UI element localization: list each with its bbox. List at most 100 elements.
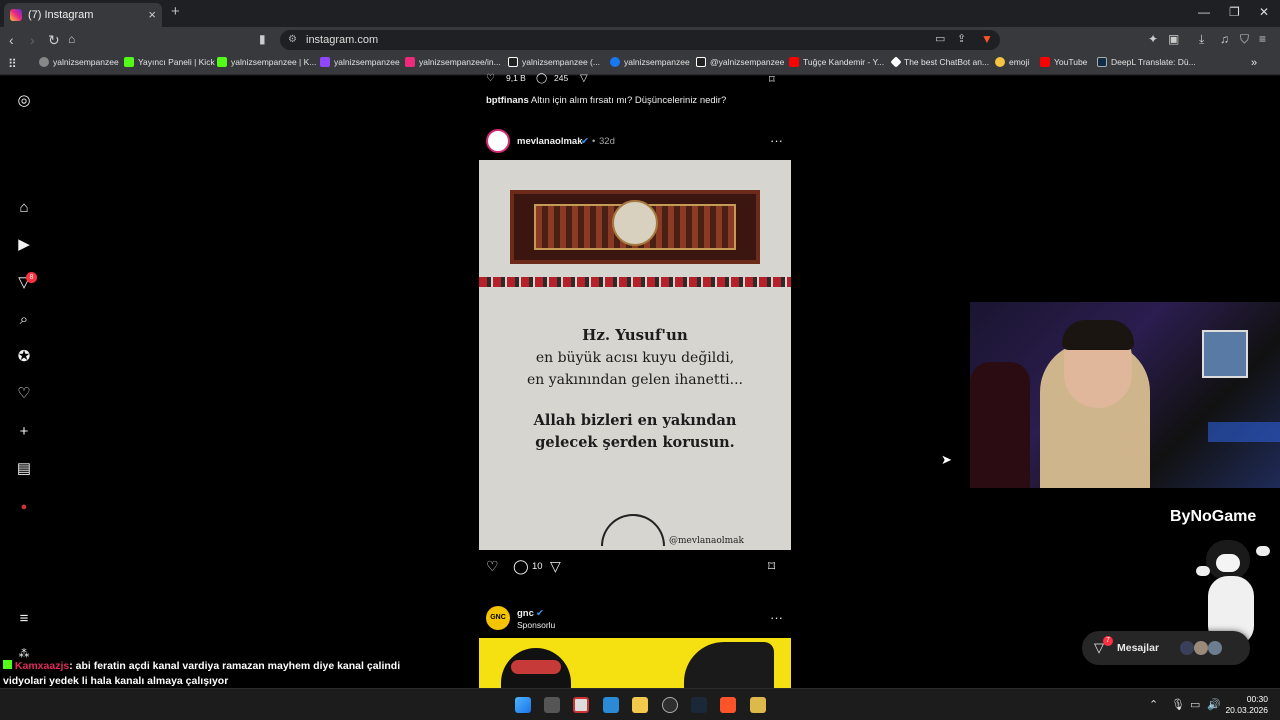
tab-title: (7) Instagram — [28, 9, 94, 21]
apps-grid-icon[interactable]: ⠿ — [8, 57, 17, 71]
tray-expand-icon[interactable]: ⌃ — [1149, 698, 1158, 711]
like-icon[interactable]: ♡ — [486, 558, 499, 575]
bookmark-page-icon[interactable]: ▮ — [259, 32, 266, 46]
wall-tv — [1202, 330, 1248, 378]
bookmark-item[interactable]: yalnizsempanzee — [39, 57, 119, 67]
dashboard-icon[interactable]: ▤ — [15, 460, 33, 478]
bookmarks-bar: ⠿ yalnizsempanzee Yayıncı Paneli | Kick … — [0, 53, 1280, 75]
caption-username[interactable]: bptfinans — [486, 95, 529, 106]
microphone-icon[interactable]: 🎙 — [1171, 698, 1185, 711]
bookmark-item[interactable]: yalnizsempanzee (... — [508, 57, 600, 67]
post-avatar[interactable] — [486, 129, 510, 153]
clock-date: 20.03.2026 — [1225, 705, 1268, 715]
share-icon[interactable]: ▽ — [550, 558, 561, 575]
deepl-icon — [1097, 57, 1107, 67]
bookmark-item[interactable]: Tuğçe Kandemir - Y... — [789, 57, 884, 67]
home-icon[interactable]: ⌂ — [68, 32, 75, 46]
volume-icon[interactable]: 🔊 — [1207, 698, 1221, 711]
reload-icon[interactable]: ↻ — [48, 32, 60, 49]
close-window-icon[interactable]: ✕ — [1259, 5, 1269, 19]
heart-icon[interactable]: ♡ — [15, 385, 33, 403]
menu-icon[interactable]: ≡ — [1259, 32, 1266, 46]
snipping-tool-icon[interactable] — [573, 697, 589, 713]
brave-icon[interactable] — [720, 697, 736, 713]
vpn-icon[interactable]: ⛉ — [1240, 32, 1249, 47]
search-icon[interactable]: ⌕ — [15, 311, 33, 329]
bookmark-item[interactable]: emoji — [995, 57, 1029, 67]
post-username[interactable]: mevlanaolmak — [517, 136, 582, 147]
bookmark-item[interactable]: yalnizsempanzee | K... — [217, 57, 316, 67]
more-options-icon[interactable]: ··· — [770, 133, 783, 148]
bookmark-item[interactable]: yalnizsempanzee — [320, 57, 400, 67]
next-post-username[interactable]: gnc — [517, 608, 534, 619]
windows-start-icon[interactable] — [515, 697, 531, 713]
maximize-icon[interactable]: ❐ — [1229, 5, 1240, 19]
steam-icon[interactable] — [691, 697, 707, 713]
mandala-ornament — [601, 514, 665, 546]
messages-label: Mesajlar — [1117, 642, 1160, 654]
address-bar-row: ‹ › ↻ ⌂ ▮ ⚙ instagram.com ▭ ⇪ ▼ ✦ ▣ ⤓ ♫ … — [0, 27, 1280, 53]
site-info-icon[interactable]: ⚙ — [288, 30, 297, 50]
media-icon[interactable]: ♫ — [1220, 32, 1229, 46]
explore-icon[interactable]: ✪ — [15, 348, 33, 366]
url-field[interactable]: ⚙ instagram.com — [280, 30, 1000, 50]
save-icon[interactable]: ⌑ — [769, 73, 775, 86]
notifications-badge: 8 — [26, 272, 37, 283]
bookmark-label: The best ChatBot an... — [904, 57, 990, 67]
comment-icon[interactable]: ◯ — [536, 73, 547, 84]
verified-icon: ✔ — [536, 608, 544, 619]
kick-icon — [217, 57, 227, 67]
messages-pill[interactable]: ▽ 7 Mesajlar — [1082, 631, 1250, 665]
profile-avatar[interactable]: ● — [15, 498, 33, 516]
bookmark-item[interactable]: yalnizsempanzee — [610, 57, 690, 67]
more-menu-icon[interactable]: ≡ — [15, 610, 33, 628]
comment-icon[interactable]: ◯ — [513, 558, 529, 575]
minimize-icon[interactable]: — — [1198, 5, 1210, 19]
like-icon[interactable]: ♡ — [486, 73, 495, 84]
post-watermark: @mevlanaolmak — [669, 536, 745, 546]
create-icon[interactable]: + — [15, 423, 33, 441]
close-tab-icon[interactable]: × — [148, 7, 156, 22]
kick-icon — [124, 57, 134, 67]
system-clock[interactable]: 00:30 20.03.2026 — [1224, 694, 1268, 716]
bookmark-item[interactable]: YouTube — [1040, 57, 1087, 67]
next-post-image[interactable] — [479, 638, 791, 688]
more-bookmarks-icon[interactable]: » — [1251, 57, 1257, 69]
avatar — [1180, 641, 1194, 655]
brave-shield-icon[interactable]: ▼ — [981, 32, 993, 46]
network-icon[interactable]: ▭ — [1190, 698, 1200, 711]
gnc-avatar[interactable]: GNC — [486, 606, 510, 630]
bookmark-label: yalnizsempanzee (... — [522, 57, 600, 67]
bookmark-item[interactable]: @yalnizsempanzee — [696, 57, 784, 67]
share-icon[interactable]: ▽ — [580, 73, 588, 84]
bookmark-item[interactable]: yalnizsempanzee/in... — [405, 57, 501, 67]
bookmark-item[interactable]: The best ChatBot an... — [890, 56, 990, 68]
bookmark-label: Tuğçe Kandemir - Y... — [803, 57, 885, 67]
app-icon[interactable] — [750, 697, 766, 713]
share-icon[interactable]: ⇪ — [957, 32, 966, 45]
downloads-icon[interactable]: ⤓ — [1199, 32, 1204, 47]
obs-icon[interactable] — [662, 697, 678, 713]
file-explorer-icon[interactable] — [632, 697, 648, 713]
instagram-logo-icon[interactable]: ◎ — [15, 92, 33, 110]
back-icon[interactable]: ‹ — [9, 32, 14, 48]
save-icon[interactable]: ⌑ — [768, 558, 775, 575]
bookmark-item[interactable]: Yayıncı Paneli | Kick — [124, 57, 215, 67]
more-options-icon[interactable]: ··· — [770, 610, 783, 625]
post-image[interactable]: Hz. Yusuf'un en büyük acısı kuyu değildi… — [479, 160, 791, 550]
forward-icon[interactable]: › — [30, 32, 35, 48]
reels-icon[interactable]: ▶ — [15, 236, 33, 254]
decorative-band — [479, 277, 791, 287]
tab-instagram[interactable]: (7) Instagram × — [4, 3, 162, 27]
new-tab-button[interactable]: + — [171, 3, 180, 20]
x-icon — [696, 57, 706, 67]
bookmark-item[interactable]: DeepL Translate: Dü... — [1097, 57, 1196, 67]
home-icon[interactable]: ⌂ — [15, 199, 33, 217]
task-view-icon[interactable] — [544, 697, 560, 713]
extensions-icon[interactable]: ✦ — [1148, 32, 1158, 46]
youtube-icon — [789, 57, 799, 67]
clock-time: 00:30 — [1246, 694, 1268, 704]
install-app-icon[interactable]: ▭ — [935, 32, 945, 45]
store-icon[interactable] — [603, 697, 619, 713]
sidebar-toggle-icon[interactable]: ▣ — [1168, 32, 1179, 46]
